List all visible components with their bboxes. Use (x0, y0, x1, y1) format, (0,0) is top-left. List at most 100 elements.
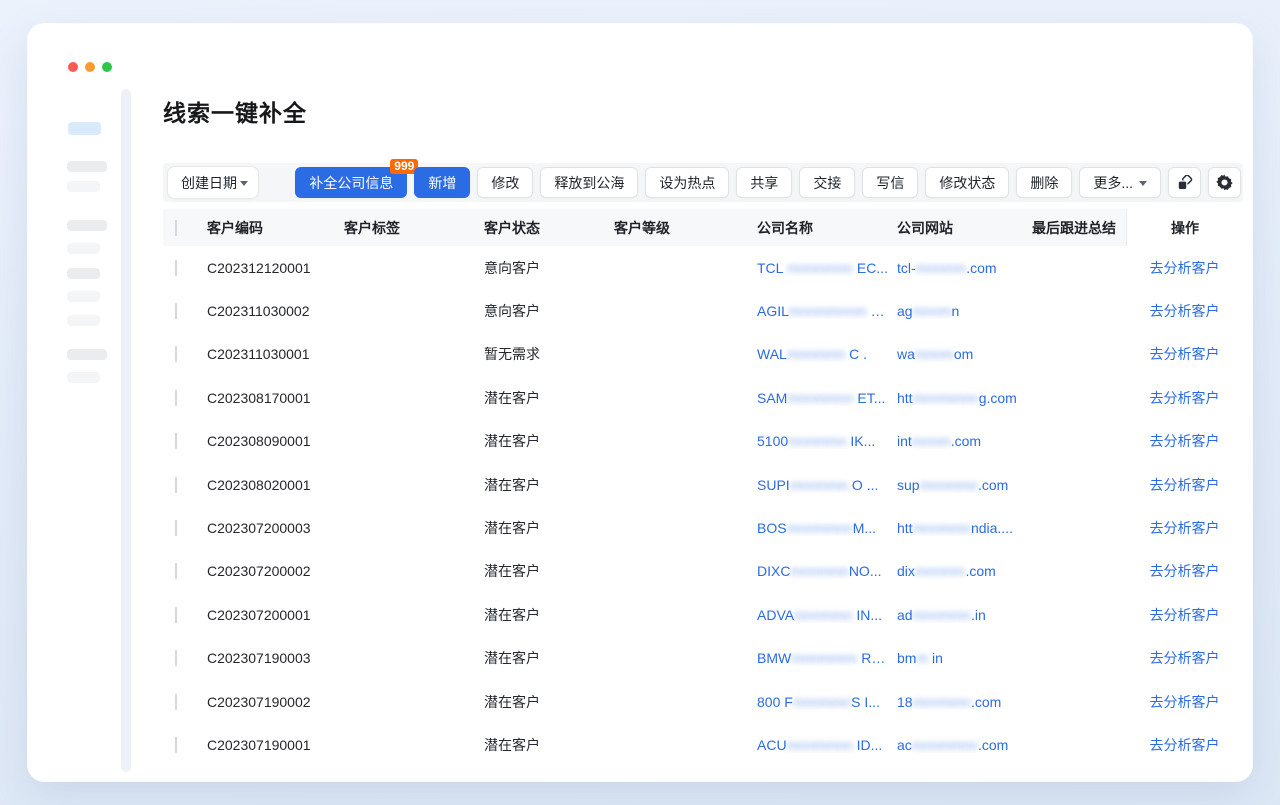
customer-code: C202311030002 (207, 303, 344, 319)
customer-code: C202308170001 (207, 390, 344, 406)
company-name-redacted: mnnmmnn (787, 520, 853, 536)
company-name[interactable]: 5100mnnmmn IK... (757, 433, 897, 449)
company-name[interactable]: BOSmnnmmnnM... (757, 520, 897, 536)
customer-status: 潜在客户 (484, 518, 614, 538)
company-name[interactable]: TCL mnnmmnn EC... (757, 260, 897, 276)
row-checkbox[interactable] (175, 346, 177, 362)
edit-button[interactable]: 修改 (477, 167, 533, 198)
analyze-customer-link[interactable]: 去分析客户 (1150, 605, 1220, 625)
analyze-customer-link[interactable]: 去分析客户 (1150, 518, 1220, 538)
company-website[interactable]: 18mnnmmn.com (897, 694, 1032, 710)
release-to-pool-button[interactable]: 释放到公海 (540, 167, 638, 198)
row-checkbox[interactable] (175, 303, 177, 319)
delete-button[interactable]: 删除 (1016, 167, 1072, 198)
analyze-customer-link[interactable]: 去分析客户 (1150, 344, 1220, 364)
row-checkbox[interactable] (175, 477, 177, 493)
analyze-customer-link[interactable]: 去分析客户 (1150, 388, 1220, 408)
company-name[interactable]: ADVAmnnmmn IN... (757, 607, 897, 623)
add-button[interactable]: 新增 (414, 167, 470, 198)
customer-code: C202307190001 (207, 737, 344, 753)
analyze-customer-link[interactable]: 去分析客户 (1150, 648, 1220, 668)
company-website-redacted: m (916, 650, 928, 666)
company-website[interactable]: bmm in (897, 650, 1032, 666)
company-website-redacted: mnnmmnn (913, 390, 979, 406)
company-name[interactable]: DIXCmnnmmnNO... (757, 563, 897, 579)
row-checkbox[interactable] (175, 694, 177, 710)
row-checkbox[interactable] (175, 520, 177, 536)
row-checkbox[interactable] (175, 433, 177, 449)
table-row: C202307190003 潜在客户 BMWmnnmmnn RIV... bmm… (163, 637, 1243, 680)
company-name-visible: S I... (851, 694, 880, 710)
customer-code: C202307190003 (207, 650, 344, 666)
analyze-customer-link[interactable]: 去分析客户 (1150, 431, 1220, 451)
company-name[interactable]: AGILmnnmmnnm HN... (757, 303, 897, 319)
company-website-redacted: mnnm (913, 303, 952, 319)
company-website-visible: bm (897, 650, 916, 666)
column-header-code: 客户编码 (207, 218, 344, 238)
date-filter-select[interactable]: 创建日期 (167, 166, 259, 199)
company-website[interactable]: agmnnmn (897, 303, 1032, 319)
company-name[interactable]: BMWmnnmmnn RIV... (757, 650, 897, 666)
row-checkbox[interactable] (175, 737, 177, 753)
close-window-icon[interactable] (68, 62, 78, 72)
company-website[interactable]: dixmnnmm.com (897, 563, 1032, 579)
company-name[interactable]: WALmnnmmn C . (757, 346, 897, 362)
more-button[interactable]: 更多... (1079, 167, 1161, 198)
sidebar-item-active[interactable] (68, 122, 101, 135)
customer-code: C202307190002 (207, 694, 344, 710)
company-website-visible: ad (897, 607, 913, 623)
analyze-customer-link[interactable]: 去分析客户 (1150, 475, 1220, 495)
company-website[interactable]: httmnnmmnndia.... (897, 520, 1032, 536)
view-switch-button[interactable] (1168, 167, 1201, 198)
select-all-checkbox[interactable] (175, 220, 177, 236)
customer-status: 潜在客户 (484, 605, 614, 625)
company-website[interactable]: intmnnm.com (897, 433, 1032, 449)
company-name[interactable]: SAMmnnmmnn ET... (757, 390, 897, 406)
delete-label: 删除 (1030, 173, 1058, 193)
maximize-window-icon[interactable] (102, 62, 112, 72)
company-website[interactable]: admnnmmn.in (897, 607, 1032, 623)
minimize-window-icon[interactable] (85, 62, 95, 72)
analyze-customer-link[interactable]: 去分析客户 (1150, 301, 1220, 321)
customer-status: 潜在客户 (484, 648, 614, 668)
row-checkbox[interactable] (175, 650, 177, 666)
change-status-label: 修改状态 (939, 173, 995, 193)
table-row: C202307200001 潜在客户 ADVAmnnmmn IN... admn… (163, 593, 1243, 636)
complete-company-info-button[interactable]: 补全公司信息 999 (295, 167, 407, 198)
row-checkbox[interactable] (175, 607, 177, 623)
company-name-redacted: mnnmmnn (787, 260, 853, 276)
company-name-redacted: mnnmmnn (791, 650, 857, 666)
company-name-visible: AGIL (757, 303, 789, 319)
company-website-visible: .com (978, 477, 1008, 493)
analyze-customer-link[interactable]: 去分析客户 (1150, 692, 1220, 712)
company-website-visible: n (951, 303, 959, 319)
customer-code: C202311030001 (207, 346, 344, 362)
company-website-visible: tcl- (897, 260, 916, 276)
company-name[interactable]: SUPImnnmmn O ... (757, 477, 897, 493)
company-website[interactable]: supmnnmmn.com (897, 477, 1032, 493)
company-website[interactable]: wamnnmom (897, 346, 1032, 362)
sidebar-skeleton-item (67, 181, 100, 192)
analyze-customer-link[interactable]: 去分析客户 (1150, 561, 1220, 581)
company-website[interactable]: tcl-mnnmm.com (897, 260, 1032, 276)
company-name[interactable]: 800 FmnnmmnS I... (757, 694, 897, 710)
write-email-button[interactable]: 写信 (862, 167, 918, 198)
share-button[interactable]: 共享 (736, 167, 792, 198)
chevron-down-icon (240, 181, 248, 186)
analyze-customer-link[interactable]: 去分析客户 (1150, 258, 1220, 278)
settings-button[interactable] (1208, 167, 1241, 198)
set-hot-button[interactable]: 设为热点 (645, 167, 729, 198)
change-status-button[interactable]: 修改状态 (925, 167, 1009, 198)
handover-label: 交接 (813, 173, 841, 193)
company-name[interactable]: ACUmnnmmnn ID... (757, 737, 897, 753)
row-checkbox[interactable] (175, 563, 177, 579)
handover-button[interactable]: 交接 (799, 167, 855, 198)
analyze-customer-link[interactable]: 去分析客户 (1150, 735, 1220, 755)
row-checkbox[interactable] (175, 390, 177, 406)
company-website[interactable]: httmnnmmnng.com (897, 390, 1032, 406)
table-row: C202311030002 意向客户 AGILmnnmmnnm HN... ag… (163, 289, 1243, 332)
row-checkbox[interactable] (175, 260, 177, 276)
company-website[interactable]: acmnnmmnn.com (897, 737, 1032, 753)
company-website-visible: .com (965, 563, 995, 579)
toolbar-buttons: 补全公司信息 999 新增 修改 释放到公海 设为热点 共享 交接 写信 修改状… (295, 167, 1241, 198)
